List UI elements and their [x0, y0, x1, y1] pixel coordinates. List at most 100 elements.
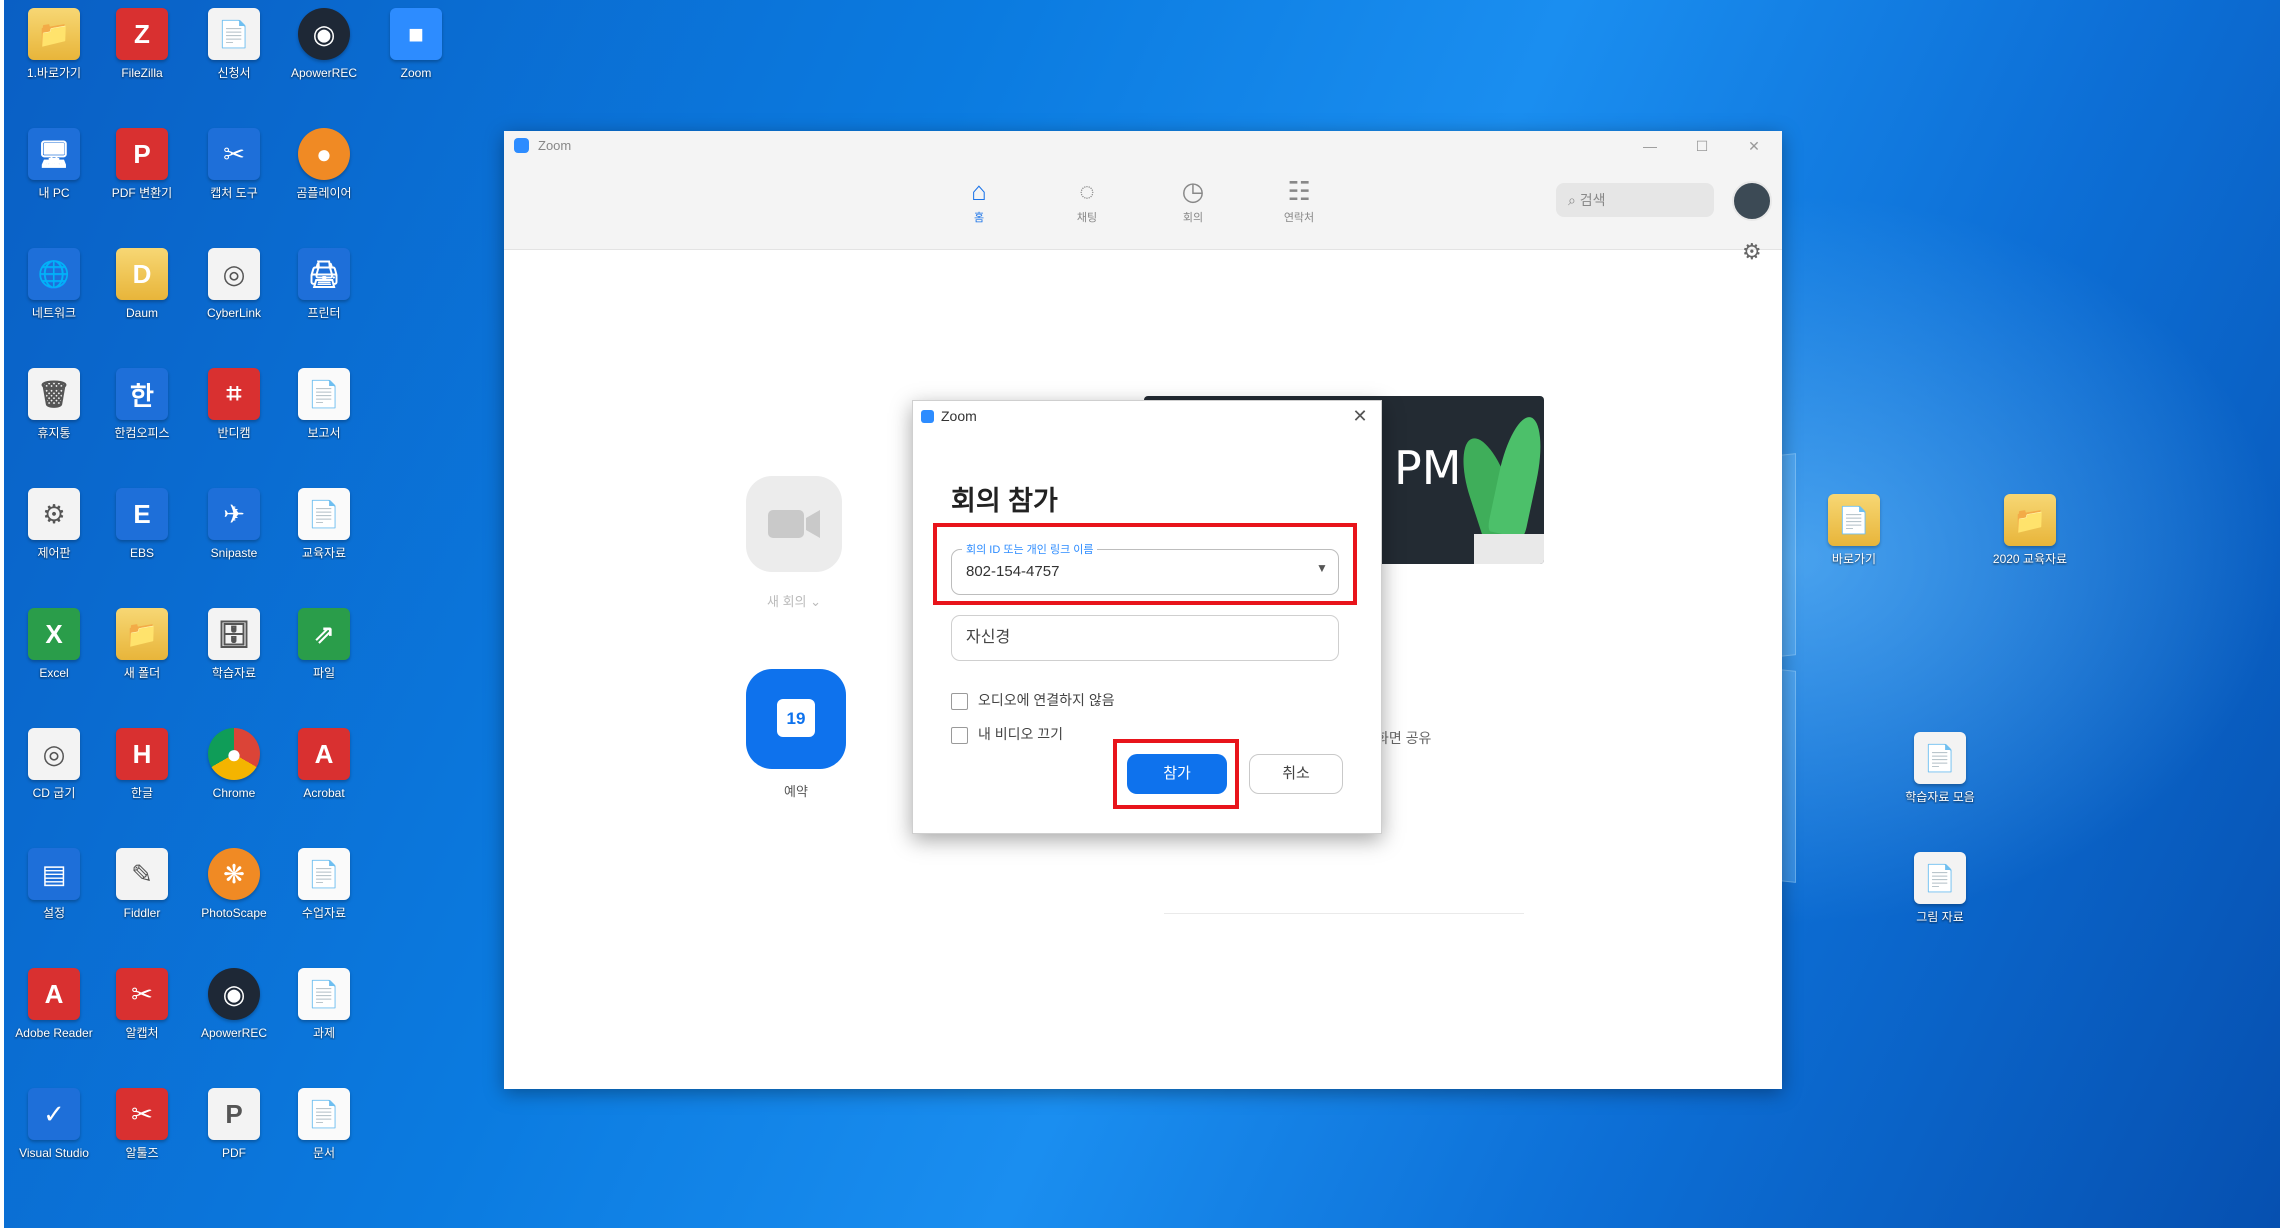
desktop-icon[interactable]: 한 한컴오피스	[92, 364, 192, 479]
desktop-icon[interactable]: ● 곰플레이어	[274, 124, 374, 239]
gear-icon[interactable]: ⚙	[1742, 239, 1762, 265]
desktop-icon[interactable]: 🌐 네트워크	[4, 244, 104, 359]
desktop-icon[interactable]: ✎ Fiddler	[92, 844, 192, 959]
desktop-icon-label: PDF	[222, 1146, 246, 1160]
dialog-title-bar[interactable]: Zoom ✕	[913, 401, 1381, 431]
schedule-button[interactable]: 19	[746, 669, 846, 769]
control-panel-icon: ⚙	[28, 488, 80, 540]
new-meeting-button[interactable]	[746, 476, 842, 572]
player-icon: ●	[298, 128, 350, 180]
desktop-icon-label: 알툴즈	[125, 1146, 159, 1160]
daum-icon: D	[116, 248, 168, 300]
zoom-nav-bar: ⌂ 홈 ◌ 채팅 ◷ 회의 ☷ 연락처 ⌕ 검색	[504, 161, 1782, 250]
desktop-icon[interactable]: ⇗ 파일	[274, 604, 374, 719]
close-icon[interactable]: ✕	[1740, 135, 1768, 157]
desktop-icon[interactable]: ◉ ApowerREC	[184, 964, 284, 1079]
zoom-icon: ■	[390, 8, 442, 60]
desktop-icon[interactable]: ✂ 알툴즈	[92, 1084, 192, 1199]
desktop-icon[interactable]: 📄 바로가기	[1804, 490, 1904, 605]
desktop-icon[interactable]: H 한글	[92, 724, 192, 839]
document-icon: 📄	[298, 488, 350, 540]
desktop-icon[interactable]: 🗄 학습자료	[184, 604, 284, 719]
desktop-icon[interactable]: 📄 신청서	[184, 4, 284, 119]
checkbox[interactable]	[951, 692, 968, 710]
folder-icon: 📁	[116, 608, 168, 660]
cancel-button[interactable]: 취소	[1249, 754, 1343, 794]
desktop-icon[interactable]: 🗑 휴지통	[4, 364, 104, 479]
desktop-icon-label: ApowerREC	[290, 66, 358, 80]
desktop-icon[interactable]: ⚙ 제어판	[4, 484, 104, 599]
desktop-icon-label: Snipaste	[210, 546, 258, 560]
disc-icon: ◎	[208, 248, 260, 300]
ebs-icon: E	[116, 488, 168, 540]
desktop: 📁 1.바로가기 Z FileZilla 📄 신청서 ◉ ApowerREC ■ Zoom 🖥 내 P…	[4, 0, 2280, 1228]
desktop-icon-label: 새 폴더	[123, 666, 161, 680]
desktop-icon[interactable]: 📄 교육자료	[274, 484, 374, 599]
schedule-label: 예약	[784, 784, 808, 799]
desktop-icon[interactable]: 📁 1.바로가기	[4, 4, 104, 119]
desktop-icon[interactable]: P PDF 변환기	[92, 124, 192, 239]
desktop-icon-label: Chrome	[212, 786, 256, 800]
desktop-icon[interactable]: 📁 2020 교육자료	[1980, 490, 2080, 605]
desktop-icon[interactable]: ◉ ApowerREC	[274, 4, 374, 119]
tab-label: 홈	[973, 212, 985, 224]
desktop-icon[interactable]: A Acrobat	[274, 724, 374, 839]
desktop-icon[interactable]: ▤ 설정	[4, 844, 104, 959]
tab-contacts[interactable]: ☷ 연락처	[1264, 175, 1334, 225]
desktop-icon[interactable]: ◎ CyberLink	[184, 244, 284, 359]
desktop-icon[interactable]: 🖥 내 PC	[4, 124, 104, 239]
tab-home[interactable]: ⌂ 홈	[944, 175, 1014, 225]
photoscape-icon: ❋	[208, 848, 260, 900]
desktop-icon[interactable]: 📄 수업자료	[274, 844, 374, 959]
desktop-icon-label: Visual Studio	[19, 1146, 89, 1160]
no-audio-checkbox[interactable]: 오디오에 연결하지 않음	[951, 690, 1115, 710]
desktop-icon-label: CyberLink	[206, 306, 262, 320]
desktop-icon[interactable]: ■ Zoom	[366, 4, 466, 119]
avatar[interactable]	[1732, 181, 1772, 221]
desktop-icon[interactable]: ◎ CD 굽기	[4, 724, 104, 839]
document-icon: 📄	[298, 848, 350, 900]
folder-icon: 📁	[2004, 494, 2056, 546]
desktop-icon[interactable]: ✓ Visual Studio	[4, 1084, 104, 1199]
desktop-icon[interactable]: ● Chrome	[184, 724, 284, 839]
video-off-checkbox[interactable]: 내 비디오 끄기	[951, 724, 1063, 744]
desktop-icon[interactable]: ✈ Snipaste	[184, 484, 284, 599]
desktop-icon[interactable]: ✂ 알캡처	[92, 964, 192, 1079]
desktop-icon[interactable]: Z FileZilla	[92, 4, 192, 119]
desktop-icon-label: EBS	[129, 546, 154, 560]
desktop-icon[interactable]: ✂ 캡처 도구	[184, 124, 284, 239]
desktop-icon[interactable]: E EBS	[92, 484, 192, 599]
desktop-icon[interactable]: 📄 학습자료 모음	[1890, 728, 1990, 843]
close-icon[interactable]: ✕	[1347, 404, 1373, 428]
hwp-icon: H	[116, 728, 168, 780]
shortcut-icon: ⇗	[298, 608, 350, 660]
desktop-icon[interactable]: 🖨 프린터	[274, 244, 374, 359]
folder-icon: 📁	[28, 8, 80, 60]
desktop-icon[interactable]: A Adobe Reader	[4, 964, 104, 1079]
desktop-icon[interactable]: D Daum	[92, 244, 192, 359]
computer-icon: 🖥	[28, 128, 80, 180]
desktop-icon[interactable]: ⌗ 반디캠	[184, 364, 284, 479]
checkbox[interactable]	[951, 726, 968, 744]
name-input[interactable]: 자신경	[951, 615, 1339, 661]
zoom-title-bar[interactable]: Zoom — ☐ ✕	[504, 131, 1782, 161]
desktop-icon[interactable]: 📁 새 폴더	[92, 604, 192, 719]
desktop-icon[interactable]: ❋ PhotoScape	[184, 844, 284, 959]
maximize-icon[interactable]: ☐	[1688, 135, 1716, 157]
highlight-box	[933, 523, 1357, 605]
tab-chat[interactable]: ◌ 채팅	[1052, 175, 1122, 225]
desktop-icon[interactable]: X Excel	[4, 604, 104, 719]
capture-icon: ✂	[208, 128, 260, 180]
desktop-icon[interactable]: 📄 과제	[274, 964, 374, 1079]
video-camera-icon	[768, 510, 820, 538]
document-icon: 📄	[298, 1088, 350, 1140]
minimize-icon[interactable]: —	[1636, 135, 1664, 157]
clock-icon: ◷	[1181, 176, 1205, 206]
tab-meetings[interactable]: ◷ 회의	[1158, 175, 1228, 225]
desktop-icon[interactable]: P PDF	[184, 1084, 284, 1199]
desktop-icon[interactable]: 📄 보고서	[274, 364, 374, 479]
search-input[interactable]: ⌕ 검색	[1556, 183, 1714, 217]
desktop-icon-label: Adobe Reader	[15, 1026, 93, 1040]
desktop-icon[interactable]: 📄 문서	[274, 1084, 374, 1199]
desktop-icon[interactable]: 📄 그림 자료	[1890, 848, 1990, 963]
